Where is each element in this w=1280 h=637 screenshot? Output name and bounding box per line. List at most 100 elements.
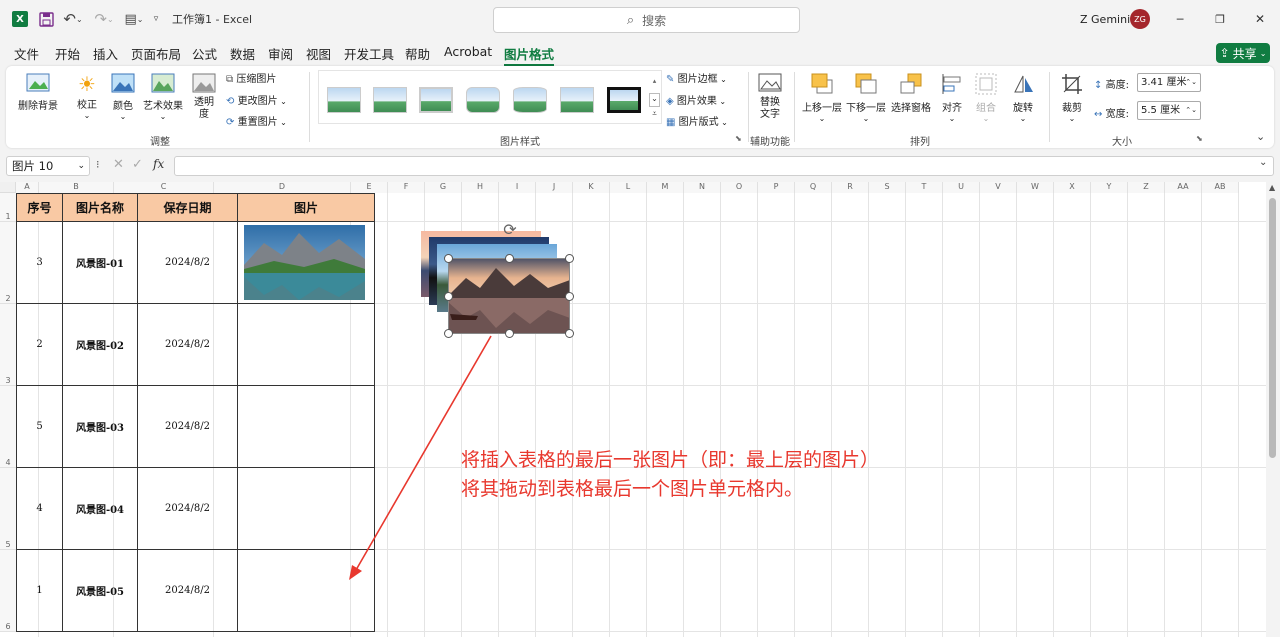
insert-function-icon[interactable]: fx — [153, 157, 164, 171]
transparency-button[interactable]: 透明度 — [189, 72, 219, 121]
worksheet[interactable]: A B C D E F G H I J K L M N O P Q R S T U V W X Y Z AA AB 123456 序号… — [0, 182, 1266, 637]
scrollbar-thumb[interactable] — [1269, 198, 1276, 458]
style-thumbnail[interactable] — [327, 87, 361, 113]
adjust-group-label: 调整 — [150, 137, 170, 148]
change-picture-icon: ⟲ — [226, 96, 235, 107]
bring-forward-button[interactable]: 上移一层 ⌄ — [802, 72, 842, 123]
minimize-button[interactable]: ─ — [1168, 9, 1192, 29]
expand-formula-bar-icon[interactable]: ⌄ — [1259, 157, 1267, 168]
crop-icon — [1062, 74, 1082, 94]
tab-help[interactable]: 帮助 — [405, 44, 430, 63]
send-backward-button[interactable]: 下移一层 ⌄ — [846, 72, 886, 123]
restore-button[interactable]: ❐ — [1208, 9, 1232, 29]
tab-developer[interactable]: 开发工具 — [344, 44, 394, 63]
transparency-icon — [192, 73, 216, 93]
style-thumbnail[interactable] — [607, 87, 641, 113]
tab-data[interactable]: 数据 — [230, 44, 255, 63]
align-button[interactable]: 对齐 ⌄ — [938, 72, 966, 123]
share-button[interactable]: ⇪ 共享 ⌄ — [1216, 43, 1270, 63]
gallery-scroll-down-icon[interactable]: ⌄ — [649, 93, 660, 107]
tab-picture-format[interactable]: 图片格式 — [504, 44, 555, 67]
dialog-launcher-icon[interactable]: ⬊ — [1196, 134, 1203, 143]
remove-background-button[interactable]: 删除背景 — [14, 72, 62, 112]
redo-icon[interactable]: ↷ ⌄ — [93, 10, 115, 28]
tab-acrobat[interactable]: Acrobat — [444, 44, 492, 59]
tab-insert[interactable]: 插入 — [93, 44, 118, 63]
separator — [748, 72, 749, 142]
collapse-ribbon-icon[interactable]: ⌄ — [1256, 130, 1265, 143]
artistic-effects-label: 艺术效果 — [143, 101, 183, 112]
avatar[interactable]: ZG — [1130, 9, 1150, 29]
form-icon[interactable]: ▤ ⌄ — [124, 11, 144, 27]
compress-pictures-button[interactable]: ⧉ 压缩图片 — [226, 70, 276, 85]
more-options-icon[interactable]: ⁝ — [96, 158, 100, 171]
formula-input[interactable] — [174, 156, 1274, 176]
style-thumbnail[interactable] — [513, 87, 547, 113]
enter-icon[interactable]: ✓ — [132, 157, 143, 172]
ribbon-tabs: 文件 开始 插入 页面布局 公式 数据 审阅 视图 开发工具 帮助 Acroba… — [0, 40, 1280, 67]
arrange-group-label: 排列 — [910, 137, 930, 148]
send-backward-icon — [855, 73, 877, 94]
rotate-button[interactable]: 旋转 ⌄ — [1006, 72, 1040, 123]
spinner-icon[interactable]: ⌃⌄ — [1185, 74, 1197, 91]
user-name[interactable]: Z Gemini — [1080, 11, 1130, 27]
group-button[interactable]: 组合 ⌄ — [972, 72, 1000, 123]
picture-effects-button[interactable]: ◈ 图片效果 ⌄ — [666, 92, 726, 107]
cancel-icon[interactable]: ✕ — [113, 157, 124, 172]
color-button[interactable]: 颜色 ⌄ — [108, 72, 138, 121]
picture-layout-icon: ▦ — [666, 117, 676, 128]
picture-effects-icon: ◈ — [666, 96, 674, 107]
close-button[interactable]: ✕ — [1248, 9, 1272, 29]
search-placeholder: 搜索 — [642, 13, 667, 28]
style-thumbnail[interactable] — [419, 87, 453, 113]
chevron-down-icon[interactable]: ⌄ — [77, 157, 85, 175]
scroll-up-icon[interactable]: ▲ — [1269, 183, 1275, 192]
artistic-effects-button[interactable]: 艺术效果 ⌄ — [142, 72, 184, 121]
selection-pane-icon — [900, 73, 922, 94]
tab-formulas[interactable]: 公式 — [192, 44, 217, 63]
style-thumbnail[interactable] — [560, 87, 594, 113]
spinner-icon[interactable]: ⌃⌄ — [1185, 102, 1197, 119]
picture-layout-button[interactable]: ▦ 图片版式 ⌄ — [666, 113, 728, 128]
alt-text-label: 替换文字 — [760, 97, 780, 120]
name-box[interactable]: 图片 10 ⌄ — [6, 156, 90, 176]
tab-review[interactable]: 审阅 — [268, 44, 293, 63]
vertical-scrollbar[interactable]: ▲ — [1266, 182, 1280, 637]
gallery-scroll-up-icon[interactable]: ▴ — [649, 77, 660, 91]
selection-pane-label: 选择窗格 — [891, 103, 931, 114]
tab-home[interactable]: 开始 — [55, 44, 80, 63]
tab-page-layout[interactable]: 页面布局 — [131, 44, 181, 63]
save-icon[interactable] — [38, 11, 54, 27]
separator — [794, 72, 795, 142]
picture-border-icon: ✎ — [666, 74, 675, 85]
tab-view[interactable]: 视图 — [306, 44, 331, 63]
share-icon: ⇪ — [1219, 46, 1230, 60]
alt-text-button[interactable]: 替换文字 — [754, 72, 786, 121]
drag-arrow — [349, 335, 492, 580]
tab-file[interactable]: 文件 — [14, 44, 39, 63]
gallery-more-icon[interactable]: ⩡ — [649, 109, 660, 123]
search-box[interactable]: ⌕ 搜索 — [493, 7, 800, 33]
separator — [1049, 72, 1050, 142]
selection-pane-button[interactable]: 选择窗格 — [890, 72, 932, 114]
width-field[interactable]: 5.5 厘米 ⌃⌄ — [1137, 101, 1201, 120]
style-thumbnail[interactable] — [466, 87, 500, 113]
style-thumbnail[interactable] — [373, 87, 407, 113]
formula-bar: 图片 10 ⌄ ⁝ ✕ ✓ fx ⌄ — [0, 154, 1280, 178]
dialog-launcher-icon[interactable]: ⬊ — [735, 134, 742, 143]
height-field[interactable]: 3.41 厘米 ⌃⌄ — [1137, 73, 1201, 92]
change-picture-button[interactable]: ⟲ 更改图片 ⌄ — [226, 92, 287, 107]
width-icon: ↔ — [1094, 109, 1103, 120]
color-label: 颜色 — [113, 101, 133, 112]
picture-styles-group-label: 图片样式 — [500, 137, 540, 148]
reset-picture-button[interactable]: ⟳ 重置图片 ⌄ — [226, 113, 287, 128]
undo-icon[interactable]: ↶ ⌄ — [62, 10, 84, 28]
corrections-button[interactable]: ☀ 校正 ⌄ — [72, 72, 102, 120]
workbook-title: 工作簿1 - Excel — [172, 13, 253, 26]
annotation-line-2: 将其拖动到表格最后一个图片单元格内。 — [461, 478, 804, 500]
customize-qat-icon[interactable]: ▿ — [150, 11, 162, 27]
group-label: 组合 — [976, 103, 996, 114]
picture-layout-label: 图片版式 — [678, 117, 719, 128]
picture-border-button[interactable]: ✎ 图片边框 ⌄ — [666, 70, 727, 85]
crop-button[interactable]: 裁剪 ⌄ — [1056, 72, 1088, 123]
